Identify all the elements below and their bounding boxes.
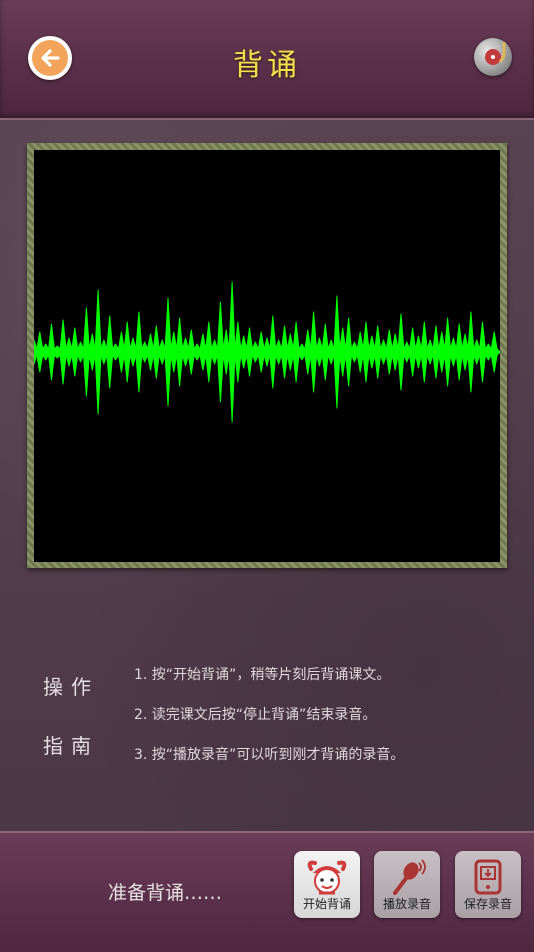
start-recite-button[interactable]: 开始背诵: [294, 851, 360, 918]
footer-bar: [0, 831, 534, 952]
guide-label-top: 操作: [43, 675, 99, 699]
music-disc-icon[interactable]: [474, 38, 512, 76]
guide-step-2: 2. 读完课文后按“停止背诵”结束录音。: [134, 707, 377, 723]
save-recording-button[interactable]: 保存录音: [455, 851, 521, 918]
start-recite-label: 开始背诵: [302, 897, 351, 911]
play-recording-label: 播放录音: [382, 897, 431, 911]
status-text: 准备背诵……: [108, 882, 223, 904]
waveform-path: [34, 281, 500, 423]
header-bar: 背诵: [0, 0, 534, 120]
guide-step-1: 1. 按“开始背诵”，稍等片刻后背诵课文。: [134, 667, 391, 683]
waveform-display: [34, 150, 500, 562]
save-recording-label: 保存录音: [463, 897, 512, 911]
page-title: 背诵: [233, 48, 301, 83]
guide-step-3: 3. 按“播放录音”可以听到刚才背诵的录音。: [134, 747, 405, 763]
waveform-graph: [34, 281, 500, 423]
play-recording-button[interactable]: 播放录音: [374, 851, 440, 918]
guide-label-bottom: 指南: [43, 734, 99, 758]
